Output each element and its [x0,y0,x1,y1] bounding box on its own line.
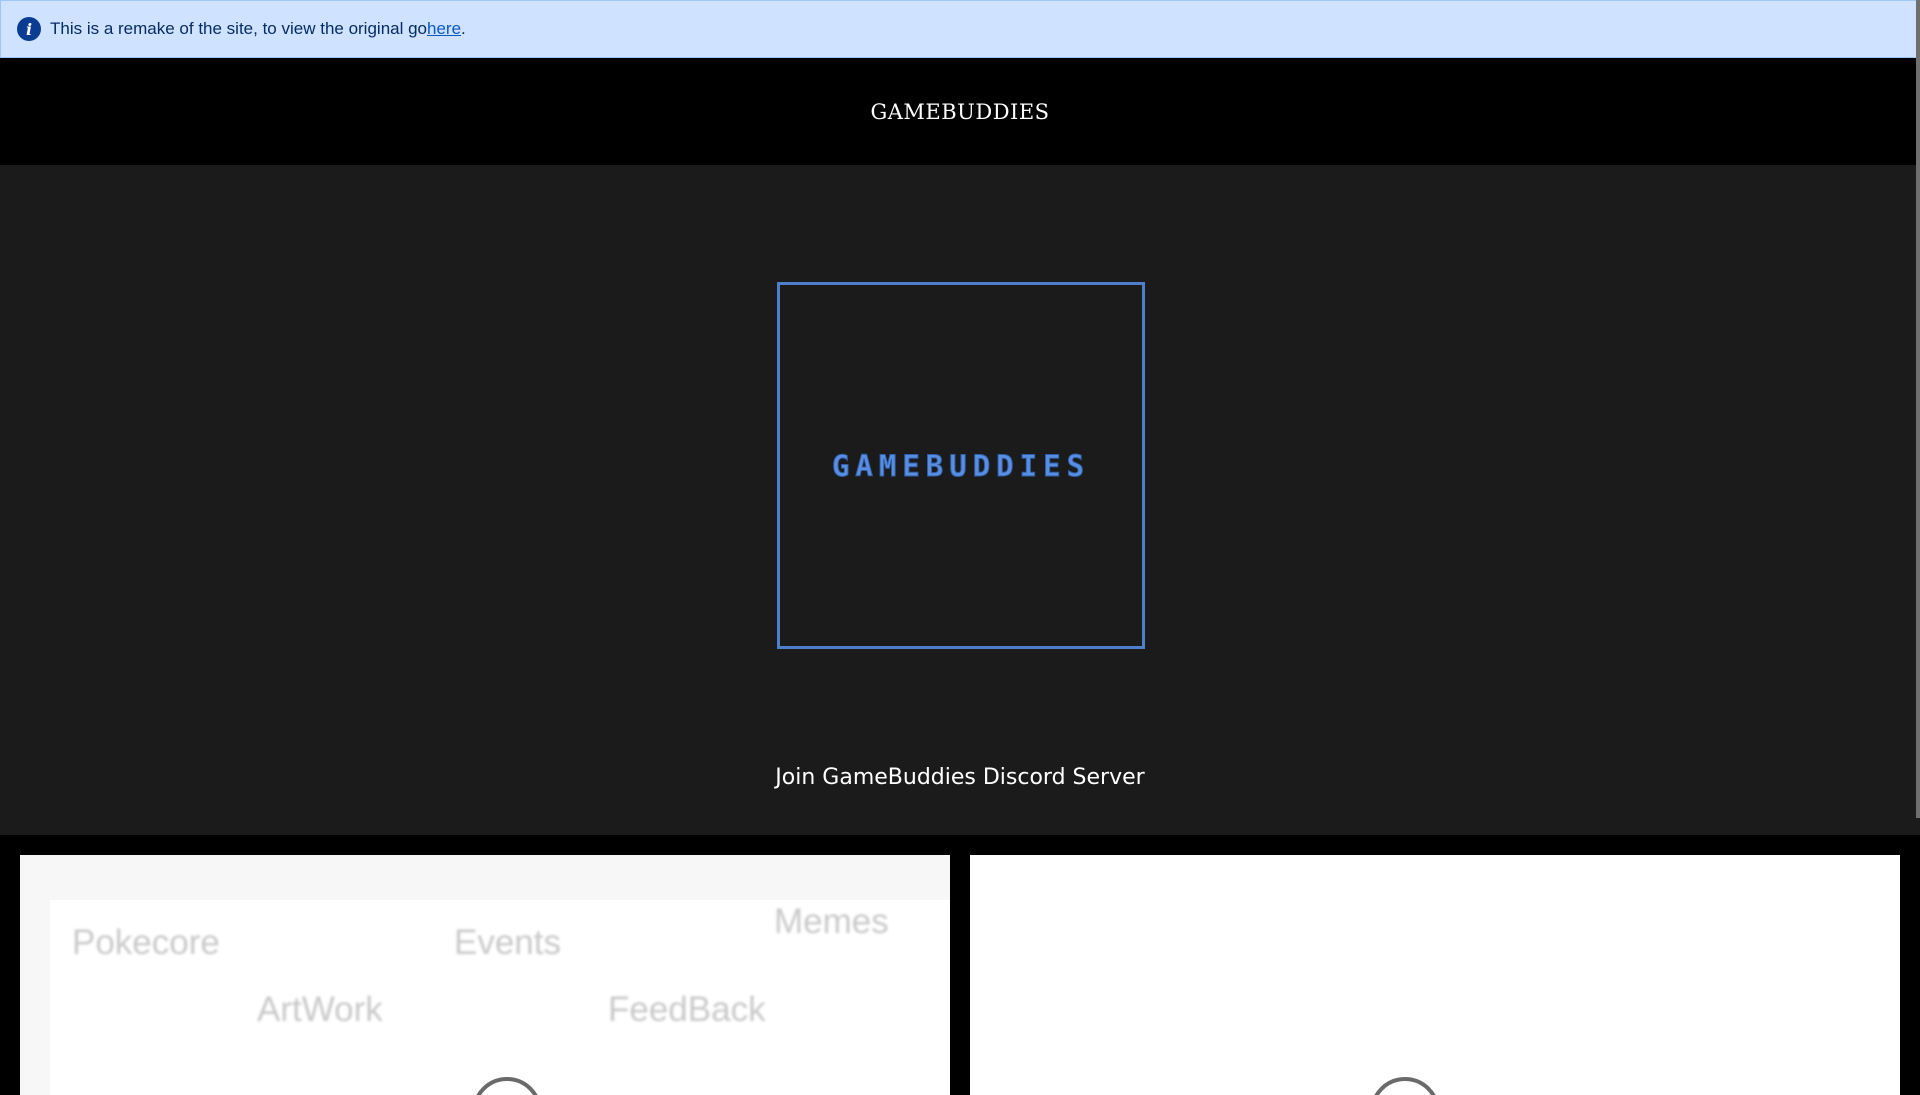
logo-text: GAMEBUDDIES [831,448,1091,483]
hero-section: GAMEBUDDIES Join GameBuddies Discord Ser… [0,165,1920,835]
info-icon: i [17,17,41,41]
gamebuddies-logo: GAMEBUDDIES [777,282,1145,649]
cards-section: Pokecore Events Memes ArtWork FeedBack [0,835,1920,1095]
tag-events: Events [454,923,561,962]
site-title[interactable]: GAMEBUDDIES [870,100,1049,124]
tag-artwork: ArtWork [257,990,383,1029]
join-discord-link[interactable]: Join GameBuddies Discord Server [0,765,1920,790]
info-banner: i This is a remake of the site, to view … [0,0,1920,58]
tag-memes: Memes [774,902,889,941]
page-scrollbar[interactable] [1916,0,1920,818]
original-site-link[interactable]: here [427,19,461,39]
server-preview-card[interactable]: Pokecore Events Memes ArtWork FeedBack [20,855,950,1095]
tag-feedback: FeedBack [608,990,766,1029]
secondary-card[interactable] [970,855,1900,1095]
tag-pokecore: Pokecore [72,923,220,962]
site-header: GAMEBUDDIES [0,58,1920,165]
banner-message: This is a remake of the site, to view th… [50,19,428,38]
banner-trailing: . [461,19,466,38]
